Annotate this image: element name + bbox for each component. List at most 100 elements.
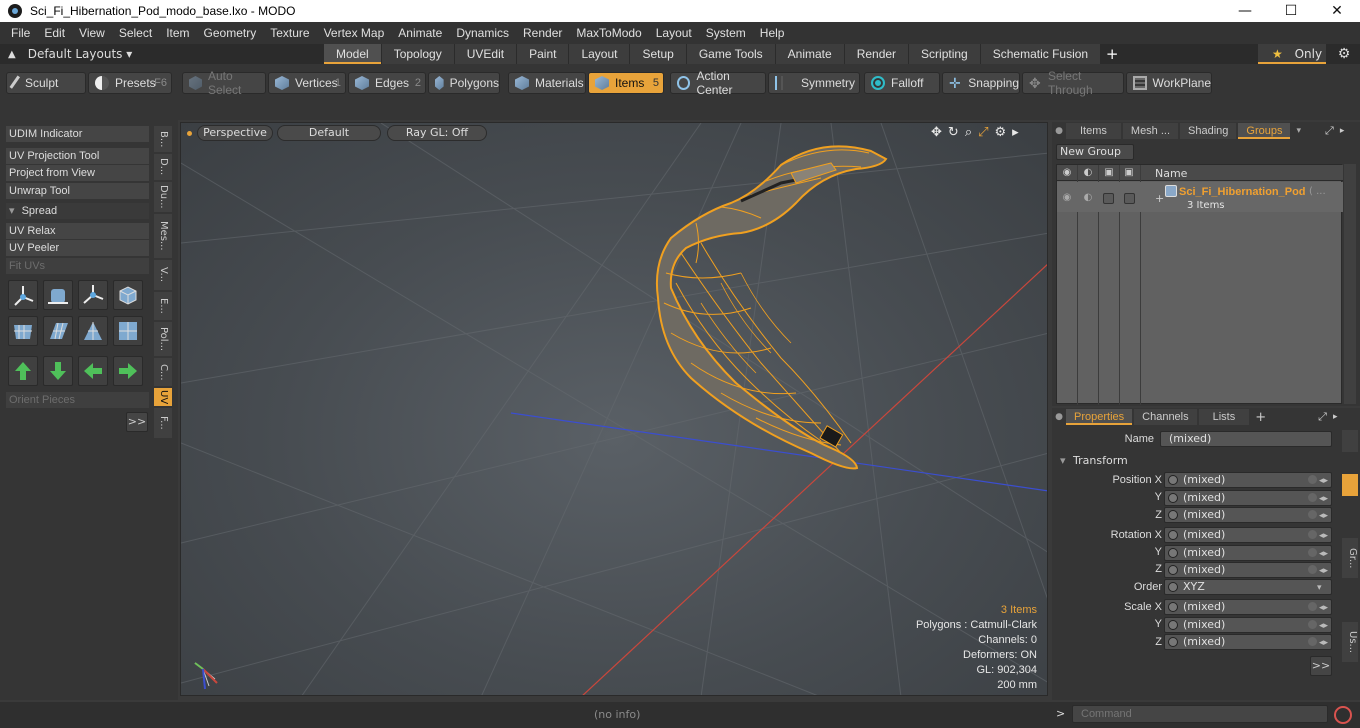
name-field[interactable]: (mixed) (1160, 431, 1332, 447)
tab-mesh[interactable]: Mesh ... (1122, 123, 1179, 139)
row-render-icon[interactable]: ◐ (1082, 192, 1094, 204)
side-tab-us[interactable]: Us... (1342, 622, 1358, 662)
tab-channels[interactable]: Channels (1134, 409, 1197, 425)
gear-icon[interactable]: ⚙ (1332, 44, 1356, 64)
position-x-radio[interactable] (1168, 475, 1178, 485)
menu-layout[interactable]: Layout (649, 26, 699, 40)
vtab-d[interactable]: D... (154, 154, 172, 180)
scale-y-arrow-icon[interactable]: ◂▸ (1319, 619, 1329, 633)
position-z-key-icon[interactable] (1308, 510, 1317, 519)
groups-list[interactable]: ◉ ◐ ▣ ▣ Name ◉ ◐ + Sci_Fi_Hibernation_Po… (1056, 164, 1343, 405)
vtab-du[interactable]: Du... (154, 182, 172, 212)
tab-lists[interactable]: Lists (1198, 409, 1250, 425)
pan-icon[interactable]: ✥ (931, 125, 942, 140)
project-from-view-button[interactable]: Project from View (6, 165, 149, 181)
tab-properties[interactable]: Properties (1066, 409, 1133, 425)
scale-x-field[interactable]: (mixed) ◂▸ (1164, 599, 1332, 615)
uv-sphere-tool-icon[interactable] (8, 316, 38, 346)
scale-z-arrow-icon[interactable]: ◂▸ (1319, 636, 1329, 650)
render-icon[interactable]: ◐ (1082, 167, 1094, 179)
tab-layout[interactable]: Layout (569, 44, 630, 64)
workplane-button[interactable]: WorkPlane (1126, 72, 1212, 94)
tab-topology[interactable]: Topology (381, 44, 454, 64)
tab-render[interactable]: Render (844, 44, 909, 64)
tab-game-tools[interactable]: Game Tools (686, 44, 775, 64)
raygl-button[interactable]: Ray GL: Off (387, 125, 487, 141)
side-tab-gr[interactable]: Gr... (1342, 538, 1358, 578)
select-through-button[interactable]: ✥ Select Through (1022, 69, 1124, 97)
unwrap-tool-button[interactable]: Unwrap Tool (6, 183, 149, 199)
menu-geometry[interactable]: Geometry (197, 26, 264, 40)
menu-item[interactable]: Item (159, 26, 196, 40)
tab-paint[interactable]: Paint (517, 44, 569, 64)
record-macro-icon[interactable] (1334, 706, 1352, 724)
row-eye-icon[interactable]: ◉ (1061, 192, 1073, 204)
items-button[interactable]: Items 5 (588, 72, 664, 94)
vtab-pol[interactable]: Pol... (154, 322, 172, 356)
default-layouts-dropdown[interactable]: ▲ Default Layouts ▾ (8, 44, 132, 64)
scale-y-radio[interactable] (1168, 620, 1178, 630)
rotation-x-key-icon[interactable] (1308, 530, 1317, 539)
position-y-radio[interactable] (1168, 493, 1178, 503)
only-button[interactable]: ★ Only (1258, 44, 1326, 64)
rotation-y-field[interactable]: (mixed) ◂▸ (1164, 545, 1332, 561)
close-button[interactable]: ✕ (1314, 0, 1360, 22)
scale-y-key-icon[interactable] (1308, 620, 1317, 629)
vtab-mes[interactable]: Mes... (154, 214, 172, 258)
menu-vertex-map[interactable]: Vertex Map (317, 26, 392, 40)
view-style-button[interactable]: Default (277, 125, 381, 141)
tab-shading[interactable]: Shading (1180, 123, 1237, 139)
scale-z-field[interactable]: (mixed) ◂▸ (1164, 634, 1332, 650)
position-z-radio[interactable] (1168, 510, 1178, 520)
rotation-z-key-icon[interactable] (1308, 565, 1317, 574)
action-center-button[interactable]: Action Center (670, 69, 766, 97)
move-right-tool[interactable] (113, 356, 143, 386)
properties-side-handle[interactable] (1342, 430, 1358, 452)
uv-pyramid-tool-icon[interactable] (78, 316, 108, 346)
vtab-c[interactable]: C... (154, 358, 172, 386)
menu-animate[interactable]: Animate (391, 26, 449, 40)
rotation-y-key-icon[interactable] (1308, 548, 1317, 557)
rotation-z-field[interactable]: (mixed) ◂▸ (1164, 562, 1332, 578)
position-y-key-icon[interactable] (1308, 493, 1317, 502)
menu-file[interactable]: File (4, 26, 37, 40)
uv-relax-button[interactable]: UV Relax (6, 223, 149, 239)
tabs-dropdown-icon[interactable]: ▾ (1296, 126, 1301, 136)
sculpt-button[interactable]: Sculpt (6, 72, 86, 94)
vtab-uv[interactable]: UV (154, 388, 172, 406)
collapse-up-icon[interactable]: ▲ (8, 49, 16, 60)
position-z-field[interactable]: (mixed) ◂▸ (1164, 507, 1332, 523)
menu-dynamics[interactable]: Dynamics (449, 26, 516, 40)
presets-button[interactable]: Presets F6 (88, 72, 172, 94)
new-group-button[interactable]: New Group (1056, 144, 1134, 160)
move-left-tool[interactable] (78, 356, 108, 386)
vtab-b[interactable]: B... (154, 126, 172, 152)
expand-panel-icon[interactable]: ⤢ (1318, 410, 1327, 424)
order-radio[interactable] (1168, 582, 1178, 592)
add-tab-button[interactable]: + (1101, 44, 1123, 64)
udim-indicator-button[interactable]: UDIM Indicator (6, 126, 149, 142)
tab-groups[interactable]: Groups (1238, 123, 1291, 139)
tab-items[interactable]: Items (1066, 123, 1121, 139)
rotation-y-arrow-icon[interactable]: ◂▸ (1319, 547, 1329, 561)
command-input[interactable] (1072, 705, 1328, 723)
fit-icon[interactable]: ⤢ (978, 125, 988, 140)
rotation-y-radio[interactable] (1168, 548, 1178, 558)
menu-maxtomodo[interactable]: MaxToModo (569, 26, 648, 40)
menu-help[interactable]: Help (753, 26, 792, 40)
panel-arrow-icon[interactable]: ▸ (1340, 126, 1345, 136)
rotation-z-radio[interactable] (1168, 565, 1178, 575)
uv-transform-tool-icon[interactable] (78, 280, 108, 310)
rotation-x-field[interactable]: (mixed) ◂▸ (1164, 527, 1332, 543)
scale-x-key-icon[interactable] (1308, 602, 1317, 611)
minimize-button[interactable]: — (1222, 0, 1268, 22)
expand-panel-icon[interactable]: ⤢ (1325, 124, 1334, 138)
vtab-e[interactable]: E... (154, 292, 172, 320)
expand-plus-icon[interactable]: + (1155, 192, 1164, 205)
position-z-arrow-icon[interactable]: ◂▸ (1319, 509, 1329, 523)
uv-move-tool-icon[interactable] (8, 280, 38, 310)
tab-animate[interactable]: Animate (775, 44, 844, 64)
scale-y-field[interactable]: (mixed) ◂▸ (1164, 617, 1332, 633)
lock-cube-icon[interactable]: ▣ (1103, 167, 1115, 179)
falloff-button[interactable]: Falloff (864, 72, 940, 94)
